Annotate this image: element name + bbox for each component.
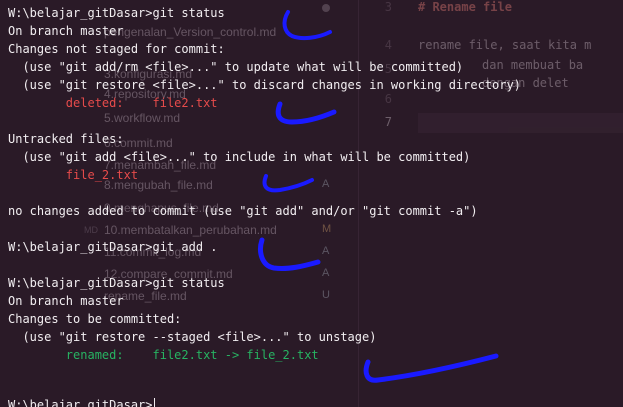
output-line: (use "git restore --staged <file>..." to… — [8, 330, 377, 344]
untracked-file-line: file_2.txt — [8, 168, 139, 182]
deleted-file-line: deleted: file2.txt — [8, 96, 218, 110]
renamed-file-line: renamed: file2.txt -> file_2.txt — [8, 348, 319, 362]
screen: pengenalan_Version_control.md 3.konfigur… — [0, 0, 623, 407]
output-line: On branch master — [8, 294, 124, 308]
command-line: W:\belajar_gitDasar>git status — [8, 6, 225, 20]
output-line: (use "git add <file>..." to include in w… — [8, 150, 471, 164]
terminal-output[interactable]: W:\belajar_gitDasar>git status On branch… — [0, 0, 623, 407]
text-cursor — [153, 398, 155, 407]
output-line: no changes added to commit (use "git add… — [8, 204, 478, 218]
output-line: Untracked files: — [8, 132, 124, 146]
command-line: W:\belajar_gitDasar>git add . — [8, 240, 218, 254]
command-line: W:\belajar_gitDasar>git status — [8, 276, 225, 290]
prompt-line[interactable]: W:\belajar_gitDasar> — [8, 396, 155, 407]
output-line: On branch master — [8, 24, 124, 38]
output-line: Changes to be committed: — [8, 312, 182, 326]
output-line: Changes not staged for commit: — [8, 42, 225, 56]
output-line: (use "git restore <file>..." to discard … — [8, 78, 521, 92]
prompt-text: W:\belajar_gitDasar> — [8, 398, 153, 407]
output-line: (use "git add/rm <file>..." to update wh… — [8, 60, 464, 74]
